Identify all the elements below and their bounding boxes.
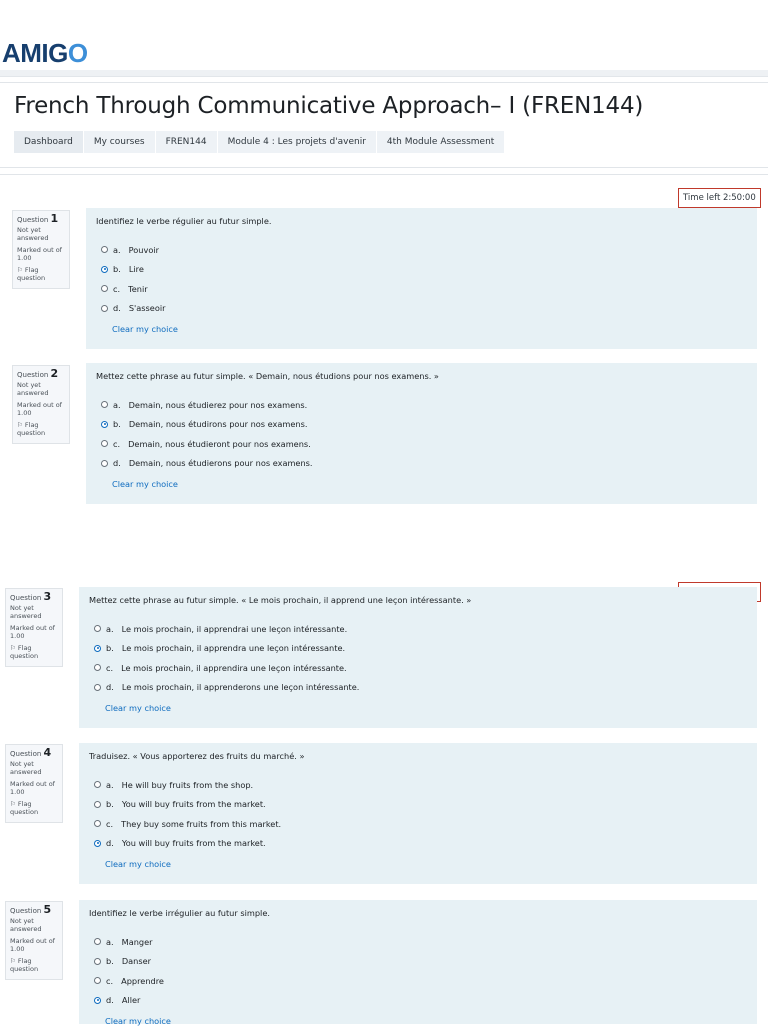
answer-option[interactable]: c. They buy some fruits from this market. — [89, 814, 747, 834]
breadcrumb-course[interactable]: FREN144 — [155, 131, 218, 153]
radio-button[interactable] — [101, 246, 108, 254]
answer-option[interactable]: d. Demain, nous étudierons pour nos exame… — [96, 454, 747, 474]
question-content: Identifiez le verbe régulier au futur si… — [86, 208, 757, 349]
radio-button[interactable] — [101, 304, 108, 312]
question-state: Not yet answered — [10, 604, 42, 620]
flag-question-link[interactable]: ⚐ Flag question — [10, 957, 58, 973]
question-marks: Marked out of 1.00 — [10, 937, 55, 953]
radio-button-selected[interactable] — [94, 996, 101, 1004]
answer-option[interactable]: d. Le mois prochain, il apprenderons une … — [89, 678, 747, 698]
radio-button-selected[interactable] — [94, 839, 101, 847]
breadcrumb-module[interactable]: Module 4 : Les projets d'avenir — [217, 131, 377, 153]
question-number: Question 5 — [10, 903, 52, 916]
question-state: Not yet answered — [17, 381, 49, 397]
radio-button[interactable] — [101, 285, 108, 293]
question-text: Identifiez le verbe régulier au futur si… — [96, 216, 272, 226]
answer-option[interactable]: b. You will buy fruits from the market. — [89, 795, 747, 815]
question-text: Mettez cette phrase au futur simple. « D… — [96, 371, 439, 381]
answer-option[interactable]: a. He will buy fruits from the shop. — [89, 775, 747, 795]
answer-option[interactable]: d. Aller — [89, 991, 747, 1011]
breadcrumb-my-courses[interactable]: My courses — [83, 131, 156, 153]
top-divider — [0, 70, 768, 77]
question-marks: Marked out of 1.00 — [10, 624, 55, 640]
radio-button-selected[interactable] — [101, 265, 108, 273]
question-text: Identifiez le verbe irrégulier au futur … — [89, 908, 270, 918]
clear-choice-link[interactable]: Clear my choice — [105, 859, 747, 869]
answer-option[interactable]: a. Le mois prochain, il apprendrai une le… — [89, 619, 747, 639]
answer-option[interactable]: b. Lire — [96, 260, 747, 280]
question-info: Question 2 Not yet answered Marked out o… — [12, 365, 70, 444]
page-header: French Through Communicative Approach– I… — [0, 82, 768, 168]
radio-button[interactable] — [94, 938, 101, 946]
question-text: Mettez cette phrase au futur simple. « L… — [89, 595, 472, 605]
question-state: Not yet answered — [17, 226, 49, 242]
logo-text-main: AMIG — [2, 38, 68, 68]
radio-button[interactable] — [94, 800, 101, 808]
radio-button[interactable] — [101, 401, 108, 409]
question-content: Mettez cette phrase au futur simple. « D… — [86, 363, 757, 504]
question-info: Question 5 Not yet answered Marked out o… — [5, 901, 63, 980]
answer-option[interactable]: c. Tenir — [96, 279, 747, 299]
answer-option[interactable]: b. Danser — [89, 952, 747, 972]
question-number: Question 3 — [10, 590, 52, 603]
radio-button[interactable] — [94, 683, 101, 691]
radio-button[interactable] — [94, 957, 101, 965]
breadcrumb: Dashboard My courses FREN144 Module 4 : … — [14, 131, 506, 153]
question-number: Question 2 — [17, 367, 59, 380]
flag-question-link[interactable]: ⚐ Flag question — [17, 266, 65, 282]
radio-button[interactable] — [94, 781, 101, 789]
page-title: French Through Communicative Approach– I… — [14, 93, 644, 119]
radio-button[interactable] — [101, 440, 108, 448]
answer-option[interactable]: b. Demain, nous étudirons pour nos examen… — [96, 415, 747, 435]
question-text: Traduisez. « Vous apporterez des fruits … — [89, 751, 305, 761]
question-marks: Marked out of 1.00 — [17, 401, 62, 417]
answer-option[interactable]: b. Le mois prochain, il apprendra une leç… — [89, 639, 747, 659]
answer-option[interactable]: d. You will buy fruits from the market. — [89, 834, 747, 854]
flag-question-link[interactable]: ⚐ Flag question — [17, 421, 65, 437]
answer-option[interactable]: a. Manger — [89, 932, 747, 952]
question-info: Question 1 Not yet answered Marked out o… — [12, 210, 70, 289]
flag-question-link[interactable]: ⚐ Flag question — [10, 644, 58, 660]
answer-option[interactable]: d. S'asseoir — [96, 299, 747, 319]
answer-option[interactable]: a. Pouvoir — [96, 240, 747, 260]
question-number: Question 1 — [17, 212, 59, 225]
breadcrumb-dashboard[interactable]: Dashboard — [14, 131, 84, 153]
timer-badge: Time left 2:50:00 — [678, 188, 761, 208]
amigo-logo[interactable]: AMIGO — [2, 38, 88, 69]
clear-choice-link[interactable]: Clear my choice — [105, 703, 747, 713]
question-info: Question 4 Not yet answered Marked out o… — [5, 744, 63, 823]
answer-option[interactable]: c. Demain, nous étudieront pour nos exame… — [96, 434, 747, 454]
radio-button[interactable] — [101, 459, 108, 467]
question-marks: Marked out of 1.00 — [10, 780, 55, 796]
radio-button[interactable] — [94, 664, 101, 672]
question-content: Mettez cette phrase au futur simple. « L… — [79, 587, 757, 728]
radio-button[interactable] — [94, 625, 101, 633]
radio-button-selected[interactable] — [101, 420, 108, 428]
answer-option[interactable]: a. Demain, nous étudierez pour nos examen… — [96, 395, 747, 415]
radio-button[interactable] — [94, 977, 101, 985]
question-info: Question 3 Not yet answered Marked out o… — [5, 588, 63, 667]
question-content: Identifiez le verbe irrégulier au futur … — [79, 900, 757, 1026]
clear-choice-link[interactable]: Clear my choice — [105, 1016, 747, 1026]
answer-option[interactable]: c. Le mois prochain, il apprendira une le… — [89, 658, 747, 678]
radio-button-selected[interactable] — [94, 644, 101, 652]
radio-button[interactable] — [94, 820, 101, 828]
clear-choice-link[interactable]: Clear my choice — [112, 324, 747, 334]
breadcrumb-assessment[interactable]: 4th Module Assessment — [376, 131, 506, 153]
flag-question-link[interactable]: ⚐ Flag question — [10, 800, 58, 816]
clear-choice-link[interactable]: Clear my choice — [112, 479, 747, 489]
question-content: Traduisez. « Vous apporterez des fruits … — [79, 743, 757, 884]
question-number: Question 4 — [10, 746, 52, 759]
question-marks: Marked out of 1.00 — [17, 246, 62, 262]
question-state: Not yet answered — [10, 760, 42, 776]
answer-option[interactable]: c. Apprendre — [89, 971, 747, 991]
question-state: Not yet answered — [10, 917, 42, 933]
logo-text-accent: O — [67, 38, 88, 68]
